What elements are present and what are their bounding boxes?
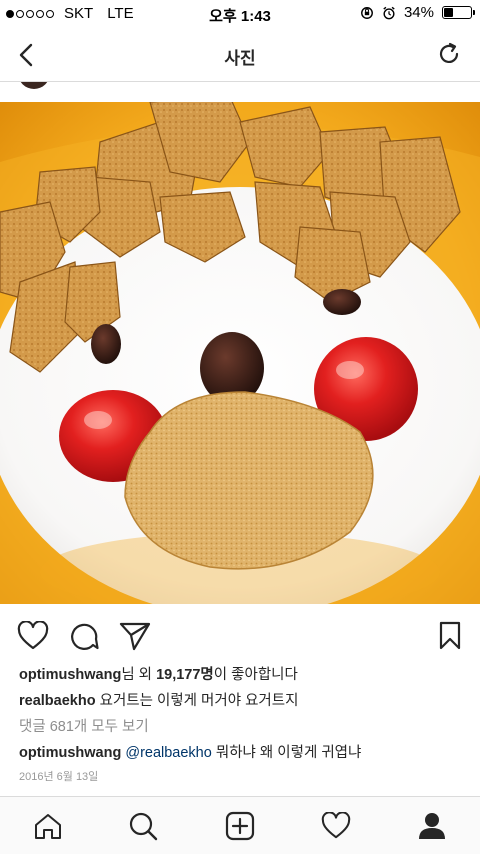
likes-user-link[interactable]: optimushwang	[19, 667, 121, 683]
add-post-icon	[225, 811, 255, 841]
status-right: 34%	[360, 4, 475, 21]
profile-icon	[419, 813, 445, 839]
heart-outline-icon	[17, 621, 49, 650]
save-button[interactable]	[432, 618, 468, 654]
yogurt-bowl-face-photo	[0, 102, 480, 604]
share-button[interactable]	[117, 618, 153, 654]
like-button[interactable]	[15, 618, 51, 654]
caption-user-link[interactable]: realbaekho	[19, 693, 96, 709]
refresh-button[interactable]	[434, 39, 464, 69]
activity-heart-icon	[321, 812, 351, 839]
header: 사진	[0, 28, 480, 82]
view-all-comments-link[interactable]: 댓글 681개 모두 보기	[19, 717, 466, 737]
bookmark-icon	[439, 621, 461, 650]
likes-middle: 님 외	[121, 667, 157, 683]
comment-button[interactable]	[66, 618, 102, 654]
home-icon	[35, 814, 61, 839]
comment: optimushwang @realbaekho 뭐하냐 왜 이렇게 귀엽냐	[19, 743, 466, 763]
paper-plane-icon	[119, 622, 151, 651]
battery-icon	[442, 6, 475, 19]
page-title: 사진	[224, 49, 256, 68]
battery-percent: 34%	[403, 4, 434, 21]
comment-mention-link[interactable]: @realbaekho	[125, 745, 211, 761]
alarm-icon	[383, 6, 395, 19]
status-bar: SKT LTE 오후 1:43 34%	[0, 0, 480, 28]
likes-suffix: 이 좋아합니다	[213, 667, 298, 683]
tab-search[interactable]	[126, 809, 160, 843]
comment-icon	[71, 623, 99, 650]
caption: realbaekho 요거트는 이렇게 머거야 요거트지	[19, 691, 466, 711]
tab-profile[interactable]	[415, 809, 449, 843]
post-photo[interactable]	[0, 102, 480, 604]
tab-bar	[0, 796, 480, 854]
comment-user-link[interactable]: optimushwang	[19, 745, 121, 761]
search-icon	[129, 812, 158, 841]
comment-text: 뭐하냐 왜 이렇게 귀엽냐	[215, 745, 362, 761]
tab-activity[interactable]	[319, 809, 353, 843]
avatar[interactable]	[18, 82, 50, 89]
caption-text: 요거트는 이렇게 머거야 요거트지	[99, 693, 299, 709]
refresh-icon	[439, 42, 459, 63]
post-date: 2016년 6월 13일	[19, 771, 99, 783]
tab-add-post[interactable]	[223, 809, 257, 843]
likes-line: optimushwang님 외 19,177명이 좋아합니다	[19, 665, 466, 685]
likes-count[interactable]: 19,177명	[156, 667, 214, 683]
tab-home[interactable]	[31, 809, 65, 843]
action-bar	[0, 614, 480, 658]
orientation-lock-icon	[361, 6, 373, 19]
battery-level	[444, 8, 453, 17]
